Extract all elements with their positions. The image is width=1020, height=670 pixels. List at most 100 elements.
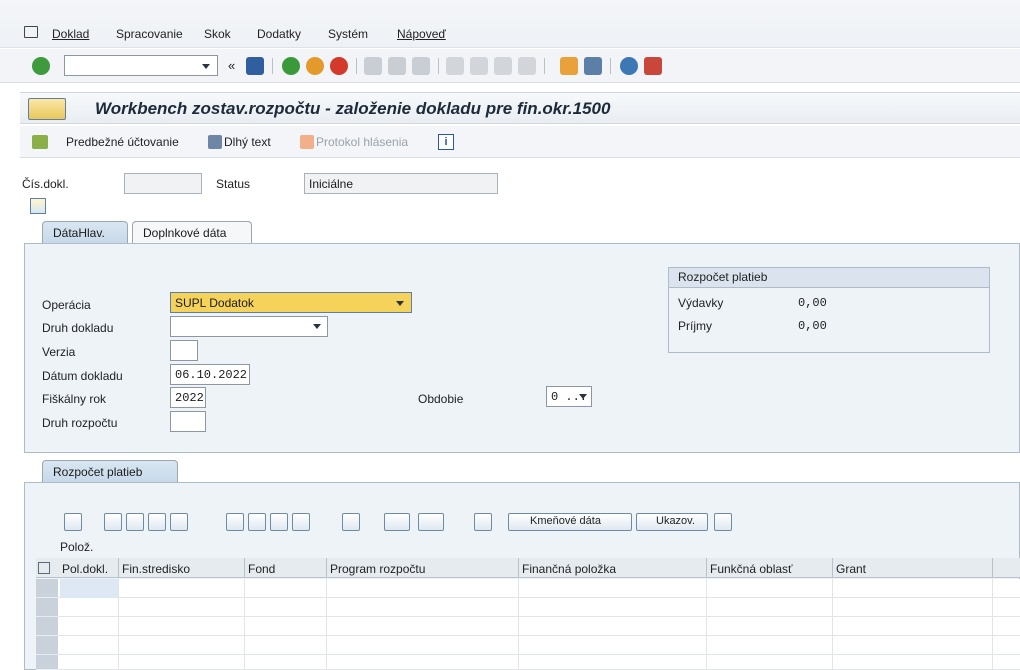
predbezne-uctovanie-button[interactable]: Predbežné účtovanie (66, 135, 179, 149)
chevron-down-icon[interactable] (396, 301, 404, 306)
column-gridline (992, 579, 993, 670)
info-icon[interactable] (474, 513, 492, 531)
column-separator (992, 558, 993, 578)
row-selector[interactable] (36, 598, 58, 617)
menu-spracovanie[interactable]: Spracovanie (116, 27, 183, 41)
print-preview-icon[interactable] (384, 513, 410, 531)
save-icon[interactable] (246, 57, 264, 75)
first-page-icon[interactable] (446, 57, 464, 75)
menu-exit-icon[interactable] (24, 26, 38, 38)
cancel-icon[interactable] (330, 57, 348, 75)
delete-row-icon[interactable] (148, 513, 166, 531)
column-gridline (244, 579, 245, 670)
dlhy-text-button[interactable]: Dlhý text (224, 135, 271, 149)
table-row[interactable] (58, 617, 1020, 636)
row-selector[interactable] (36, 636, 58, 655)
column-separator (706, 558, 707, 578)
confirm-icon[interactable] (32, 57, 50, 75)
next-page-icon[interactable] (494, 57, 512, 75)
sort-ascending-icon[interactable] (226, 513, 244, 531)
chevron-down-icon[interactable] (579, 394, 587, 399)
prev-page-icon[interactable] (470, 57, 488, 75)
table-row[interactable] (58, 579, 1020, 598)
status-label: Status (216, 177, 251, 191)
details-icon[interactable] (30, 198, 46, 214)
druh-dokladu-select[interactable] (170, 316, 328, 337)
chevron-down-icon[interactable] (202, 64, 210, 69)
menu-bar: Doklad Spracovanie Skok Dodatky Systém N… (0, 0, 1020, 48)
column-header[interactable]: Fond (248, 562, 275, 576)
menu-system[interactable]: Systém (328, 27, 368, 41)
ukazov-label: Ukazov. (656, 515, 695, 527)
menu-skok[interactable]: Skok (204, 27, 231, 41)
menu-doklad[interactable]: Doklad (52, 27, 89, 41)
column-header[interactable]: Pol.dokl. (62, 562, 108, 576)
operacia-select[interactable]: SUPL Dodatok (170, 292, 412, 313)
insert-row-icon[interactable] (126, 513, 144, 531)
datum-dokladu-field[interactable]: 06.10.2022 (170, 364, 250, 385)
customize-layout-icon[interactable] (644, 57, 662, 75)
prijmy-value: 0,00 (798, 319, 827, 333)
cis-dokl-field[interactable] (124, 173, 202, 194)
column-header[interactable]: Funkčná oblasť (710, 562, 793, 576)
row-selector[interactable] (36, 617, 58, 636)
menu-napoved[interactable]: Nápoveď (397, 27, 446, 41)
column-header[interactable]: Program rozpočtu (330, 562, 425, 576)
fiskalny-rok-field[interactable]: 2022 (170, 387, 206, 408)
tab-rozpocet-platieb[interactable]: Rozpočet platieb (42, 460, 178, 482)
long-text-icon[interactable] (208, 135, 222, 149)
tab-doplnkove-data[interactable]: Doplnkové dáta (132, 221, 252, 243)
help-icon[interactable] (620, 57, 638, 75)
toolbar-separator (610, 58, 611, 74)
title-bar: Workbench zostav.rozpočtu - založenie do… (20, 92, 1020, 124)
column-header[interactable]: Finančná položka (522, 562, 616, 576)
menu-dropdown-icon[interactable] (28, 98, 66, 120)
print-icon[interactable] (364, 57, 382, 75)
toolbar-separator (438, 58, 439, 74)
verzia-field[interactable] (170, 340, 198, 361)
druh-dokladu-label: Druh dokladu (42, 321, 114, 335)
datum-dokladu-label: Dátum dokladu (42, 369, 123, 383)
find-icon[interactable] (270, 513, 288, 531)
last-page-icon[interactable] (518, 57, 536, 75)
export-icon[interactable] (418, 513, 444, 531)
column-header[interactable]: Grant (836, 562, 866, 576)
column-gridline (518, 579, 519, 670)
shortcut-icon[interactable] (584, 57, 602, 75)
application-toolbar: Predbežné účtovanie Dlhý text Protokol h… (20, 126, 1020, 158)
tab-datahlav[interactable]: DátaHlav. (42, 221, 128, 243)
back-icon[interactable] (282, 57, 300, 75)
find-next-icon[interactable] (292, 513, 310, 531)
new-row-icon[interactable] (104, 513, 122, 531)
column-separator (326, 558, 327, 578)
table-row[interactable] (58, 636, 1020, 655)
row-selector[interactable] (36, 579, 58, 598)
column-header[interactable]: Fin.stredisko (122, 562, 190, 576)
protokol-hlasenia-button: Protokol hlásenia (316, 135, 409, 149)
row-selector[interactable] (36, 655, 58, 670)
druh-rozpoctu-field[interactable] (170, 411, 206, 432)
table-row[interactable] (58, 598, 1020, 617)
post-icon[interactable] (32, 135, 48, 149)
druh-rozpoctu-label: Druh rozpočtu (42, 416, 118, 430)
menu-dodatky[interactable]: Dodatky (257, 27, 301, 41)
command-field[interactable] (64, 55, 218, 76)
chart-icon[interactable] (714, 513, 732, 531)
details-icon[interactable] (64, 513, 82, 531)
toolbar-separator (356, 58, 357, 74)
select-all-icon[interactable] (38, 562, 50, 574)
poloz-label: Polož. (60, 540, 94, 554)
info-icon[interactable]: i (438, 134, 454, 150)
exit-icon[interactable] (306, 57, 324, 75)
chevron-down-icon[interactable] (313, 324, 321, 329)
double-chevron-left-icon[interactable]: « (228, 58, 235, 73)
verzia-label: Verzia (42, 345, 76, 359)
find-next-icon[interactable] (412, 57, 430, 75)
copy-row-icon[interactable] (170, 513, 188, 531)
new-session-icon[interactable] (560, 57, 578, 75)
find-icon[interactable] (388, 57, 406, 75)
sum-icon[interactable] (342, 513, 360, 531)
column-gridline (326, 579, 327, 670)
table-row[interactable] (58, 655, 1020, 670)
filter-icon[interactable] (248, 513, 266, 531)
